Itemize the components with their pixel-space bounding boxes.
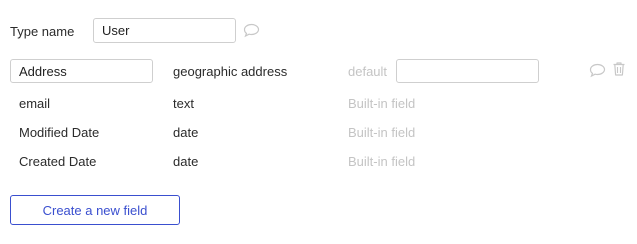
field-note-created-date: Built-in field	[348, 154, 416, 169]
field-note-email: Built-in field	[348, 96, 416, 111]
field-note-modified-date: Built-in field	[348, 125, 416, 140]
field-name-email: email	[19, 96, 51, 111]
field-comment-icon[interactable]	[589, 63, 606, 83]
field-default-label: default	[348, 64, 388, 79]
field-name-input-address[interactable]	[10, 59, 153, 83]
field-delete-trash-icon[interactable]	[612, 61, 626, 82]
field-name-created-date: Created Date	[19, 154, 97, 169]
field-type-modified-date: date	[173, 125, 199, 140]
type-name-input[interactable]	[93, 18, 236, 43]
type-name-label: Type name	[10, 24, 75, 39]
field-type-address: geographic address	[173, 64, 288, 79]
create-new-field-button[interactable]: Create a new field	[10, 195, 180, 225]
field-name-modified-date: Modified Date	[19, 125, 100, 140]
type-comment-icon[interactable]	[243, 23, 260, 43]
field-default-input[interactable]	[396, 59, 539, 83]
field-type-created-date: date	[173, 154, 199, 169]
field-type-email: text	[173, 96, 194, 111]
